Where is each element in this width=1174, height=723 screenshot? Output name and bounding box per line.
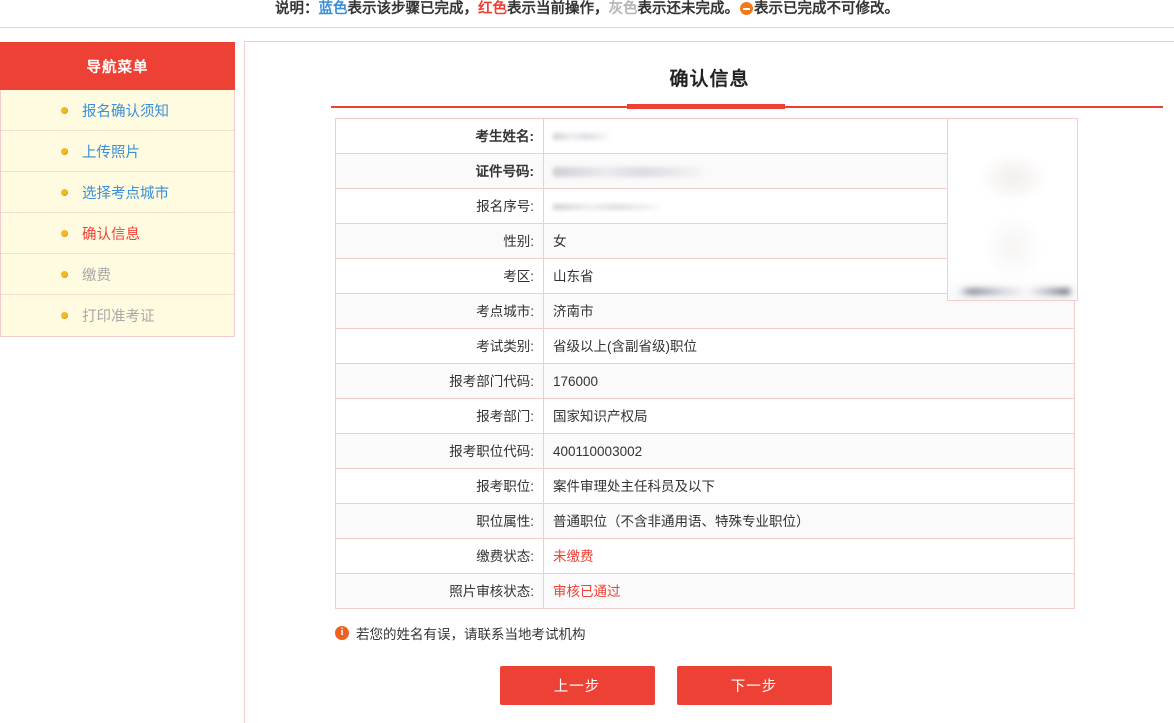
table-row: 报考职位代码: 400110003002 xyxy=(336,434,1075,469)
sidebar-title: 导航菜单 xyxy=(0,42,235,90)
field-value-text: 未缴费 xyxy=(553,549,594,564)
page-root: 说明：蓝色表示该步骤已完成，红色表示当前操作，灰色表示还未完成。表示已完成不可修… xyxy=(0,0,1174,723)
field-value: 400110003002 xyxy=(544,434,1075,469)
field-label: 职位属性: xyxy=(336,504,544,539)
header-divider xyxy=(0,27,1174,28)
field-label: 缴费状态: xyxy=(336,539,544,574)
next-step-button[interactable]: 下一步 xyxy=(677,666,832,705)
field-value: 案件审理处主任科员及以下 xyxy=(544,469,1075,504)
legend-gray-word: 灰色 xyxy=(609,1,638,17)
legend-red-word: 红色 xyxy=(478,1,507,17)
field-value-text: 山东省 xyxy=(553,269,594,284)
page-title: 确认信息 xyxy=(245,64,1174,91)
legend-blue-word: 蓝色 xyxy=(319,1,348,17)
field-label: 报考部门: xyxy=(336,399,544,434)
sidebar-item-0[interactable]: 报名确认须知 xyxy=(1,90,234,131)
bullet-icon xyxy=(61,312,68,319)
table-row: 报考职位: 案件审理处主任科员及以下 xyxy=(336,469,1075,504)
field-value-text: 案件审理处主任科员及以下 xyxy=(553,479,715,494)
field-value: 176000 xyxy=(544,364,1075,399)
field-label: 考试类别: xyxy=(336,329,544,364)
photo-image xyxy=(948,119,1078,301)
table-row: 考试类别: 省级以上(含副省级)职位 xyxy=(336,329,1075,364)
sidebar-item-label: 报名确认须知 xyxy=(82,100,169,121)
sidebar-item-1[interactable]: 上传照片 xyxy=(1,131,234,172)
sidebar-item-label: 选择考点城市 xyxy=(82,182,169,203)
sidebar-item-label: 缴费 xyxy=(82,264,111,285)
bullet-icon xyxy=(61,107,68,114)
field-value-text: 176000 xyxy=(553,374,598,389)
legend-bar: 说明：蓝色表示该步骤已完成，红色表示当前操作，灰色表示还未完成。表示已完成不可修… xyxy=(0,0,1174,24)
field-value: 省级以上(含副省级)职位 xyxy=(544,329,1075,364)
redacted-value xyxy=(553,167,703,177)
note-text: 若您的姓名有误，请联系当地考试机构 xyxy=(356,623,586,643)
previous-step-button[interactable]: 上一步 xyxy=(500,666,655,705)
locked-step-icon xyxy=(740,2,753,15)
field-label: 报考职位代码: xyxy=(336,434,544,469)
sidebar-item-5[interactable]: 打印准考证 xyxy=(1,295,234,336)
sidebar-item-label: 确认信息 xyxy=(82,223,140,244)
sidebar: 导航菜单 报名确认须知上传照片选择考点城市确认信息缴费打印准考证 xyxy=(0,42,235,337)
sidebar-item-3[interactable]: 确认信息 xyxy=(1,213,234,254)
field-value: 国家知识产权局 xyxy=(544,399,1075,434)
candidate-photo xyxy=(947,118,1078,301)
field-label: 证件号码: xyxy=(336,154,544,189)
field-label: 报考部门代码: xyxy=(336,364,544,399)
table-row: 报考部门: 国家知识产权局 xyxy=(336,399,1075,434)
field-value: 未缴费 xyxy=(544,539,1075,574)
table-row: 照片审核状态: 审核已通过 xyxy=(336,574,1075,609)
legend-gray-text: 表示还未完成。 xyxy=(638,1,740,17)
sidebar-menu: 报名确认须知上传照片选择考点城市确认信息缴费打印准考证 xyxy=(0,90,235,337)
field-label: 报考职位: xyxy=(336,469,544,504)
field-value-text: 审核已通过 xyxy=(553,584,621,599)
field-label: 考区: xyxy=(336,259,544,294)
legend-prefix: 说明： xyxy=(275,1,319,17)
sidebar-item-label: 打印准考证 xyxy=(82,305,155,326)
field-label: 考生姓名: xyxy=(336,119,544,154)
legend-lock-text: 表示已完成不可修改。 xyxy=(754,1,899,17)
table-row: 职位属性: 普通职位（不含非通用语、特殊专业职位） xyxy=(336,504,1075,539)
bullet-icon xyxy=(61,148,68,155)
bullet-icon xyxy=(61,189,68,196)
field-label: 报名序号: xyxy=(336,189,544,224)
sidebar-item-4[interactable]: 缴费 xyxy=(1,254,234,295)
table-row: 报考部门代码: 176000 xyxy=(336,364,1075,399)
name-error-note: i 若您的姓名有误，请联系当地考试机构 xyxy=(335,623,1174,643)
field-value-text: 省级以上(含副省级)职位 xyxy=(553,339,697,354)
field-value: 审核已通过 xyxy=(544,574,1075,609)
sidebar-item-2[interactable]: 选择考点城市 xyxy=(1,172,234,213)
field-label: 性别: xyxy=(336,224,544,259)
field-value-text: 女 xyxy=(553,234,567,249)
bullet-icon xyxy=(61,230,68,237)
field-value-text: 400110003002 xyxy=(553,444,642,459)
field-value-text: 国家知识产权局 xyxy=(553,409,648,424)
form-actions: 上一步 下一步 xyxy=(245,666,1174,705)
field-value: 普通职位（不含非通用语、特殊专业职位） xyxy=(544,504,1075,539)
sidebar-item-label: 上传照片 xyxy=(82,141,140,162)
redacted-value xyxy=(553,133,609,140)
title-underline xyxy=(245,104,1174,109)
bullet-icon xyxy=(61,271,68,278)
legend-red-text: 表示当前操作， xyxy=(507,1,609,17)
field-value-text: 济南市 xyxy=(553,304,594,319)
field-label: 照片审核状态: xyxy=(336,574,544,609)
legend-blue-text: 表示该步骤已完成， xyxy=(348,1,479,17)
main-panel: 确认信息 考生姓名:证件号码:报名序号:性别:女考区:山东省考点城市:济南市考试… xyxy=(244,41,1174,723)
field-value-text: 普通职位（不含非通用语、特殊专业职位） xyxy=(553,514,810,529)
title-underline-thick xyxy=(627,104,785,109)
info-icon: i xyxy=(335,626,349,640)
table-row: 缴费状态: 未缴费 xyxy=(336,539,1075,574)
field-label: 考点城市: xyxy=(336,294,544,329)
info-table-wrapper: 考生姓名:证件号码:报名序号:性别: 女考区: 山东省考点城市: 济南市考试类别: 省级… xyxy=(335,118,1075,609)
redacted-value xyxy=(553,204,661,210)
